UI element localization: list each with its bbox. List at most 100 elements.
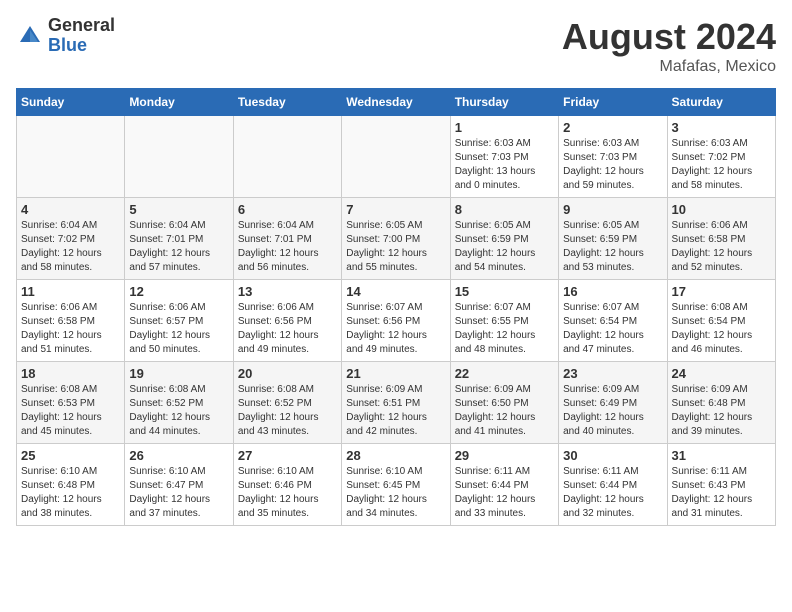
calendar-day-cell: 3 Sunrise: 6:03 AM Sunset: 7:02 PM Daylig… <box>667 116 775 198</box>
day-number: 24 <box>672 366 771 381</box>
calendar-day-cell: 21 Sunrise: 6:09 AM Sunset: 6:51 PM Dayli… <box>342 362 450 444</box>
day-info: Sunrise: 6:09 AM Sunset: 6:50 PM Dayligh… <box>455 383 554 439</box>
day-number: 2 <box>563 120 662 135</box>
calendar-day-cell: 8Sunrise: 6:05 AM Sunset: 6:59 PM Daylig… <box>450 198 558 280</box>
day-number: 10 <box>672 202 771 217</box>
calendar-day-cell: 12 Sunrise: 6:06 AM Sunset: 6:57 PM Dayli… <box>125 280 233 362</box>
day-info: Sunrise: 6:05 AM Sunset: 6:59 PM Dayligh… <box>563 219 662 275</box>
day-info: Sunrise: 6:08 AM Sunset: 6:54 PM Dayligh… <box>672 301 771 357</box>
calendar-week-row: 25Sunrise: 6:10 AM Sunset: 6:48 PM Dayli… <box>17 444 776 526</box>
calendar-day-cell: 9Sunrise: 6:05 AM Sunset: 6:59 PM Daylig… <box>559 198 667 280</box>
day-number: 7 <box>346 202 445 217</box>
calendar-day-cell: 15 Sunrise: 6:07 AM Sunset: 6:55 PM Dayli… <box>450 280 558 362</box>
logo-general-text: General <box>48 16 115 36</box>
calendar-week-row: 18Sunrise: 6:08 AM Sunset: 6:53 PM Dayli… <box>17 362 776 444</box>
day-info: Sunrise: 6:08 AM Sunset: 6:52 PM Dayligh… <box>238 383 337 439</box>
calendar-week-row: 4 Sunrise: 6:04 AM Sunset: 7:02 PM Daylig… <box>17 198 776 280</box>
day-info: Sunrise: 6:06 AM Sunset: 6:56 PM Dayligh… <box>238 301 337 357</box>
calendar-day-cell: 6 Sunrise: 6:04 AM Sunset: 7:01 PM Daylig… <box>233 198 341 280</box>
calendar-week-row: 1 Sunrise: 6:03 AM Sunset: 7:03 PM Daylig… <box>17 116 776 198</box>
day-number: 22 <box>455 366 554 381</box>
calendar-day-cell: 18Sunrise: 6:08 AM Sunset: 6:53 PM Dayli… <box>17 362 125 444</box>
calendar-day-cell: 17 Sunrise: 6:08 AM Sunset: 6:54 PM Dayli… <box>667 280 775 362</box>
calendar-day-cell: 14 Sunrise: 6:07 AM Sunset: 6:56 PM Dayli… <box>342 280 450 362</box>
day-info: Sunrise: 6:04 AM Sunset: 7:02 PM Dayligh… <box>21 219 120 275</box>
day-info: Sunrise: 6:03 AM Sunset: 7:02 PM Dayligh… <box>672 137 771 193</box>
location-subtitle: Mafafas, Mexico <box>562 58 776 76</box>
day-info: Sunrise: 6:11 AM Sunset: 6:44 PM Dayligh… <box>455 465 554 521</box>
day-number: 14 <box>346 284 445 299</box>
day-number: 27 <box>238 448 337 463</box>
day-info: Sunrise: 6:03 AM Sunset: 7:03 PM Dayligh… <box>563 137 662 193</box>
day-of-week-header: Thursday <box>450 89 558 116</box>
day-info: Sunrise: 6:05 AM Sunset: 6:59 PM Dayligh… <box>455 219 554 275</box>
day-number: 16 <box>563 284 662 299</box>
calendar-week-row: 11Sunrise: 6:06 AM Sunset: 6:58 PM Dayli… <box>17 280 776 362</box>
day-of-week-header: Friday <box>559 89 667 116</box>
day-number: 13 <box>238 284 337 299</box>
day-number: 26 <box>129 448 228 463</box>
calendar-day-cell <box>17 116 125 198</box>
day-number: 4 <box>21 202 120 217</box>
day-of-week-header: Saturday <box>667 89 775 116</box>
title-block: August 2024 Mafafas, Mexico <box>562 16 776 76</box>
day-info: Sunrise: 6:07 AM Sunset: 6:54 PM Dayligh… <box>563 301 662 357</box>
day-number: 5 <box>129 202 228 217</box>
day-number: 20 <box>238 366 337 381</box>
day-info: Sunrise: 6:10 AM Sunset: 6:47 PM Dayligh… <box>129 465 228 521</box>
calendar-day-cell: 25Sunrise: 6:10 AM Sunset: 6:48 PM Dayli… <box>17 444 125 526</box>
calendar-body: 1 Sunrise: 6:03 AM Sunset: 7:03 PM Daylig… <box>17 116 776 526</box>
calendar-day-cell: 29 Sunrise: 6:11 AM Sunset: 6:44 PM Dayli… <box>450 444 558 526</box>
day-number: 25 <box>21 448 120 463</box>
calendar-day-cell: 1 Sunrise: 6:03 AM Sunset: 7:03 PM Daylig… <box>450 116 558 198</box>
calendar-table: SundayMondayTuesdayWednesdayThursdayFrid… <box>16 88 776 526</box>
day-number: 11 <box>21 284 120 299</box>
day-number: 21 <box>346 366 445 381</box>
month-year-title: August 2024 <box>562 16 776 58</box>
day-of-week-header: Wednesday <box>342 89 450 116</box>
calendar-day-cell: 19 Sunrise: 6:08 AM Sunset: 6:52 PM Dayli… <box>125 362 233 444</box>
day-info: Sunrise: 6:11 AM Sunset: 6:44 PM Dayligh… <box>563 465 662 521</box>
day-number: 15 <box>455 284 554 299</box>
day-info: Sunrise: 6:10 AM Sunset: 6:46 PM Dayligh… <box>238 465 337 521</box>
calendar-day-cell: 22 Sunrise: 6:09 AM Sunset: 6:50 PM Dayli… <box>450 362 558 444</box>
logo-icon <box>16 22 44 50</box>
day-number: 31 <box>672 448 771 463</box>
day-number: 30 <box>563 448 662 463</box>
calendar-day-cell: 23Sunrise: 6:09 AM Sunset: 6:49 PM Dayli… <box>559 362 667 444</box>
calendar-day-cell: 26 Sunrise: 6:10 AM Sunset: 6:47 PM Dayli… <box>125 444 233 526</box>
calendar-day-cell: 5 Sunrise: 6:04 AM Sunset: 7:01 PM Daylig… <box>125 198 233 280</box>
day-number: 29 <box>455 448 554 463</box>
day-info: Sunrise: 6:07 AM Sunset: 6:56 PM Dayligh… <box>346 301 445 357</box>
calendar-day-cell <box>125 116 233 198</box>
day-info: Sunrise: 6:09 AM Sunset: 6:49 PM Dayligh… <box>563 383 662 439</box>
calendar-day-cell: 16 Sunrise: 6:07 AM Sunset: 6:54 PM Dayli… <box>559 280 667 362</box>
day-number: 3 <box>672 120 771 135</box>
day-info: Sunrise: 6:04 AM Sunset: 7:01 PM Dayligh… <box>238 219 337 275</box>
day-info: Sunrise: 6:04 AM Sunset: 7:01 PM Dayligh… <box>129 219 228 275</box>
header-row: SundayMondayTuesdayWednesdayThursdayFrid… <box>17 89 776 116</box>
day-number: 19 <box>129 366 228 381</box>
calendar-day-cell: 28Sunrise: 6:10 AM Sunset: 6:45 PM Dayli… <box>342 444 450 526</box>
calendar-day-cell: 2 Sunrise: 6:03 AM Sunset: 7:03 PM Daylig… <box>559 116 667 198</box>
calendar-day-cell: 11Sunrise: 6:06 AM Sunset: 6:58 PM Dayli… <box>17 280 125 362</box>
logo: General Blue <box>16 16 115 56</box>
day-number: 6 <box>238 202 337 217</box>
day-info: Sunrise: 6:06 AM Sunset: 6:57 PM Dayligh… <box>129 301 228 357</box>
calendar-day-cell: 24Sunrise: 6:09 AM Sunset: 6:48 PM Dayli… <box>667 362 775 444</box>
day-info: Sunrise: 6:06 AM Sunset: 6:58 PM Dayligh… <box>672 219 771 275</box>
day-info: Sunrise: 6:08 AM Sunset: 6:52 PM Dayligh… <box>129 383 228 439</box>
calendar-day-cell: 31Sunrise: 6:11 AM Sunset: 6:43 PM Dayli… <box>667 444 775 526</box>
logo-blue-text: Blue <box>48 36 115 56</box>
logo-text: General Blue <box>48 16 115 56</box>
day-of-week-header: Monday <box>125 89 233 116</box>
day-info: Sunrise: 6:09 AM Sunset: 6:51 PM Dayligh… <box>346 383 445 439</box>
day-number: 1 <box>455 120 554 135</box>
calendar-header: SundayMondayTuesdayWednesdayThursdayFrid… <box>17 89 776 116</box>
day-info: Sunrise: 6:03 AM Sunset: 7:03 PM Dayligh… <box>455 137 554 193</box>
day-number: 12 <box>129 284 228 299</box>
day-of-week-header: Tuesday <box>233 89 341 116</box>
day-info: Sunrise: 6:08 AM Sunset: 6:53 PM Dayligh… <box>21 383 120 439</box>
day-info: Sunrise: 6:07 AM Sunset: 6:55 PM Dayligh… <box>455 301 554 357</box>
day-number: 17 <box>672 284 771 299</box>
